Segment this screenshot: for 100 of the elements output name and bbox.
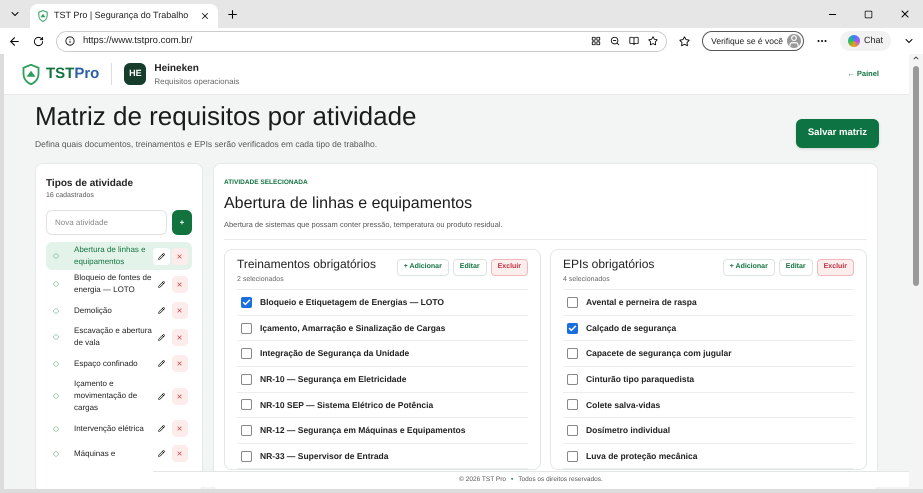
activity-label: Escavação e abertura de vala [74,325,153,350]
reload-icon[interactable] [33,36,44,46]
restore-icon[interactable] [864,10,873,18]
close-icon [176,252,184,260]
diamond-icon [53,334,59,340]
diamond-icon [53,426,59,432]
activity-item[interactable]: Içamento e movimentação de cargas [46,376,192,416]
activity-item[interactable]: Abertura de linhas e equipamentos [46,242,192,270]
requirement-label: Integração de Segurança da Unidade [260,347,410,360]
pencil-icon [158,360,165,368]
reader-icon[interactable] [629,36,640,46]
sidebar-title: Tipos de atividade [46,176,134,191]
requirement-label: Capacete de segurança com jugular [586,347,732,360]
requirement-label: NR-12 — Segurança em Máquinas e Equipamentos [260,424,466,437]
browser-tab[interactable]: TST Pro | Segurança do Trabalho [30,4,218,28]
favorites-icon[interactable] [679,36,690,46]
grid-icon[interactable] [591,36,602,46]
favorite-icon[interactable] [648,36,658,46]
activity-item[interactable]: Escavação e abertura de vala [46,323,192,352]
url-text: https://www.tstpro.com.br/ [83,34,192,48]
save-button[interactable]: Salvar matriz [796,119,879,148]
close-icon [176,392,184,400]
page-title: Matriz de requisitos por atividade [35,100,417,133]
pencil-icon [158,280,165,288]
diamond-icon [53,393,59,400]
back-icon[interactable] [8,34,21,48]
pencil-icon [158,334,165,341]
zoom-out-icon[interactable] [610,36,620,46]
checkbox[interactable] [241,450,252,462]
requirement-label: NR-10 — Segurança em Eletricidade [260,372,406,386]
chat-button[interactable]: Chat [840,31,891,51]
page-subtitle: Defina quais documentos, treinamentos e EPIs serão verificados em cada tipo de trabalho. [35,138,378,151]
brand-logo-text: TSTPro [46,64,100,84]
activity-item[interactable]: Máquinas e [46,441,192,466]
pencil-icon [158,252,165,260]
activity-item[interactable]: Intervenção elétrica [46,416,192,442]
close-icon [176,425,184,432]
requirement-label: Avental e perneira de raspa [586,296,697,309]
activity-label: Máquinas e [74,448,116,460]
checkbox[interactable] [567,399,578,410]
checkbox[interactable] [241,322,252,334]
activity-label: Demolição [74,304,113,317]
close-icon[interactable] [899,8,911,20]
checkbox[interactable] [241,425,252,436]
activity-label: Abertura de linhas e equipamentos [74,244,147,268]
add-activity-button[interactable]: + [172,210,192,236]
requirement-label: NR-10 SEP — Sistema Elétrico de Potência [260,398,434,412]
pencil-icon [158,307,165,314]
activity-label: Espaço confinado [74,358,139,370]
diamond-icon [53,308,59,314]
new-activity-field[interactable]: Nova atividade [46,210,167,236]
scroll-up-icon[interactable] [912,54,920,62]
checkbox[interactable] [567,374,578,385]
requirement-label: Calçado de segurança [586,322,676,335]
requirement-label: Içamento, Amarração e Sinalização de Cargas [260,322,446,335]
checkbox[interactable] [241,399,252,410]
close-icon [176,334,184,341]
org-subtitle: Requisitos operacionais [154,76,240,88]
checkbox[interactable] [241,374,252,385]
checkbox[interactable] [567,348,578,360]
activity-label: Bloqueio de fontes de energia — LOTO [74,272,152,296]
checkbox[interactable] [567,322,578,334]
edit-icon-button[interactable] [153,248,170,265]
requirement-label: Cinturão tipo paraquedista [586,372,694,386]
diamond-icon [53,281,59,288]
close-icon[interactable] [200,11,210,21]
checkbox[interactable] [241,297,252,308]
activity-title: Abertura de linhas e equipamentos [224,194,474,214]
check-icon [568,324,577,333]
pencil-icon [158,425,165,432]
checkbox[interactable] [567,425,578,436]
close-icon [176,307,184,314]
org-name: Heineken [154,62,200,76]
requirement-label: Colete salva-vidas [586,398,660,412]
requirement-label: Luva de proteção mecânica [586,450,698,462]
panel-title: EPIs obrigatórios [563,256,654,273]
diamond-icon [53,253,59,260]
close-icon [176,280,184,288]
checkbox[interactable] [567,450,578,462]
activity-item[interactable]: Demolição [46,298,192,324]
activity-label: Içamento e movimentação de cargas [74,378,138,414]
shield-logo-icon [38,10,48,22]
profile-button[interactable]: Verifique se é você [702,31,804,51]
diamond-icon [53,450,59,457]
pencil-icon [158,392,165,400]
shield-logo-icon [22,64,40,84]
checkbox[interactable] [567,297,578,308]
tab-title: TST Pro | Segurança do Trabalho [54,9,188,22]
pencil-icon [158,450,165,458]
activity-item[interactable]: Bloqueio de fontes de energia — LOTO [46,270,192,298]
activity-item[interactable]: Espaço confinado [46,351,192,376]
check-icon [242,298,251,308]
activity-label: Intervenção elétrica [74,422,145,435]
org-avatar: HE [124,63,146,85]
address-bar[interactable]: https://www.tstpro.com.br/ [56,30,668,52]
requirement-label: Bloqueio e Etiquetagem de Energias — LOTO [260,296,444,309]
new-tab-icon[interactable] [226,8,239,20]
requirement-label: NR-33 — Supervisor de Entrada [260,450,388,462]
checkbox[interactable] [241,348,252,360]
diamond-icon [53,360,59,367]
